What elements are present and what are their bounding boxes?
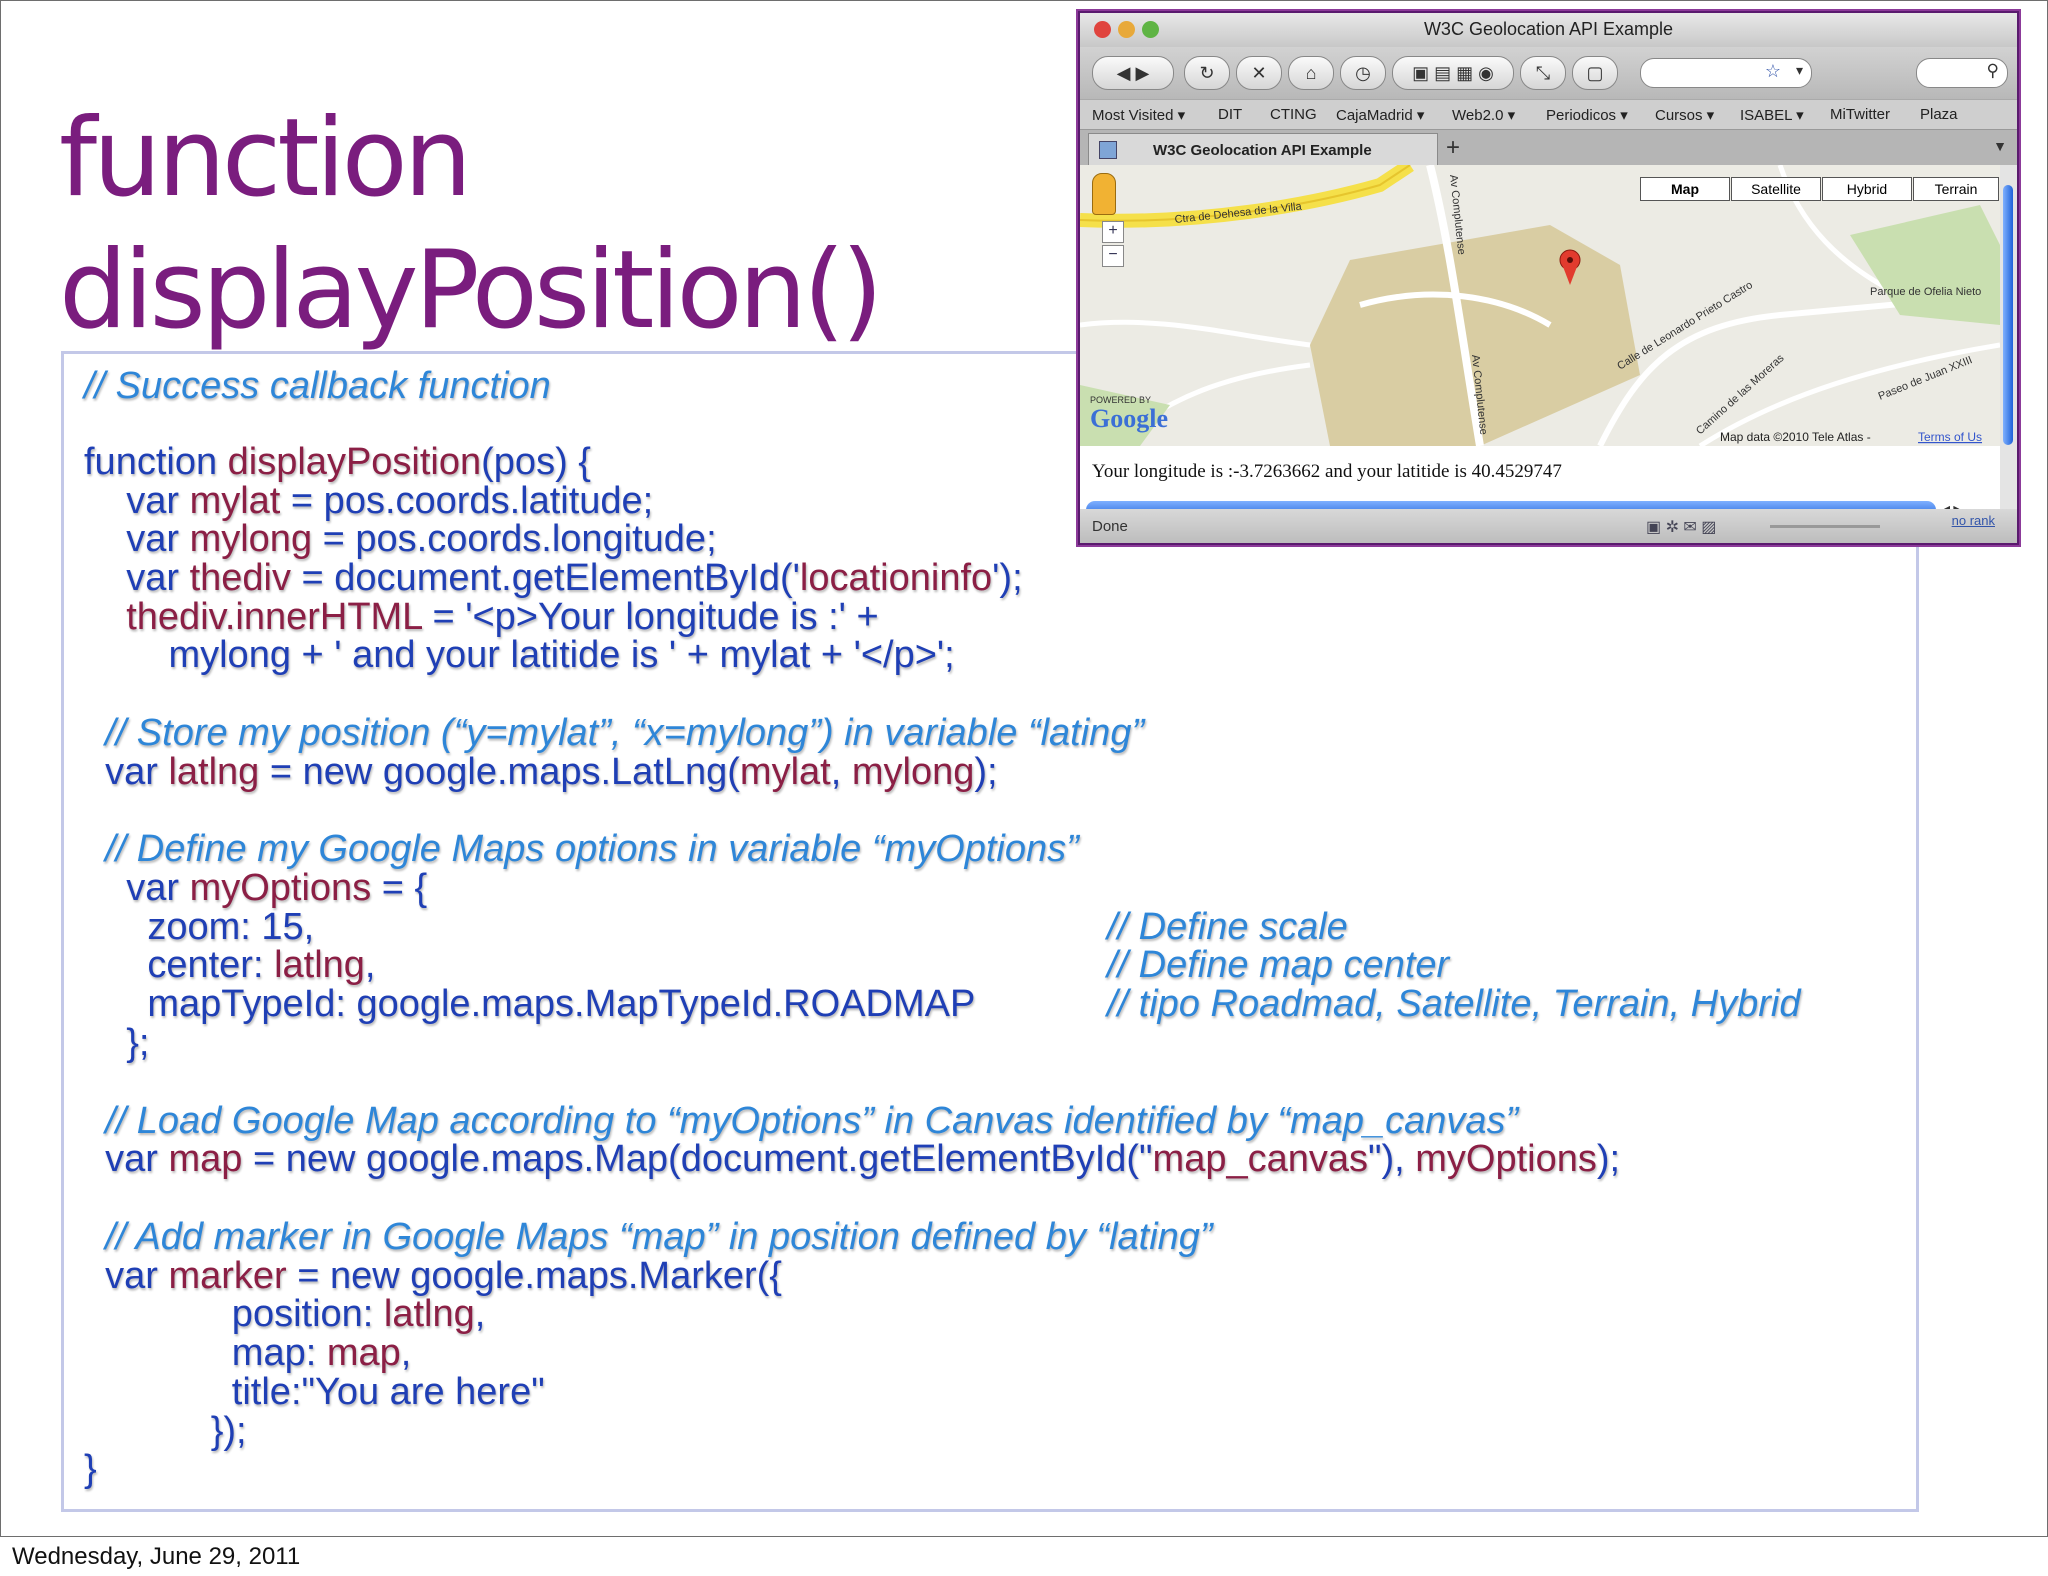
- code-line: thediv.innerHTML = '<p>Your longitude is…: [126, 596, 879, 638]
- code-comment: // Add marker in Google Maps “map” in po…: [84, 1216, 1213, 1258]
- new-tab-icon[interactable]: +: [1446, 134, 1460, 162]
- map-park-label: Parque de Ofelia Nieto: [1870, 286, 1981, 298]
- fullscreen-icon[interactable]: ⤡: [1520, 56, 1566, 90]
- location-info: Your longitude is :-3.7263662 and your l…: [1092, 461, 1562, 482]
- page-content: Ctra de Dehesa de la Villa Av Complutens…: [1080, 165, 2000, 519]
- bookmark-item[interactable]: CajaMadrid ▾: [1336, 106, 1424, 124]
- screenshot-icon[interactable]: ▢: [1572, 56, 1618, 90]
- bookmark-item[interactable]: DIT: [1218, 106, 1242, 123]
- title-line-2: displayPosition(): [59, 228, 883, 353]
- google-map[interactable]: Ctra de Dehesa de la Villa Av Complutens…: [1080, 165, 2000, 446]
- code-comment: // Success callback function: [84, 365, 551, 407]
- bookmark-item[interactable]: CTING: [1270, 106, 1317, 123]
- code-line: var mylat = pos.coords.latitude;: [84, 480, 654, 522]
- tab-geolocation[interactable]: W3C Geolocation API Example: [1088, 133, 1438, 167]
- bookmark-item[interactable]: Most Visited ▾: [1092, 106, 1185, 124]
- code-line: var mylong = pos.coords.longitude;: [84, 518, 717, 560]
- bookmarks-bar: Most Visited ▾ DIT CTING CajaMadrid ▾ We…: [1080, 99, 2017, 130]
- map-type-hybrid[interactable]: Hybrid: [1822, 177, 1912, 201]
- zoom-out-button[interactable]: −: [1102, 245, 1124, 267]
- code-line: var thediv = document.getElementById('lo…: [84, 557, 1023, 599]
- map-canvas: Ctra de Dehesa de la Villa Av Complutens…: [1080, 165, 2000, 446]
- map-type-map[interactable]: Map: [1640, 177, 1730, 201]
- road-white: [1080, 319, 1311, 348]
- map-type-terrain[interactable]: Terrain: [1913, 177, 1999, 201]
- bookmark-item[interactable]: Plaza: [1920, 106, 1958, 123]
- status-addon-icons[interactable]: ▣ ✲ ✉ ▨: [1646, 517, 1716, 537]
- window-title: W3C Geolocation API Example: [1423, 19, 1674, 39]
- title-line-1: function: [59, 96, 472, 221]
- vertical-scrollbar[interactable]: [2000, 165, 2017, 509]
- code-line: mapTypeId: google.maps.MapTypeId.ROADMAP: [84, 983, 976, 1025]
- code-line: mylong + ' and your latitide is ' + myla…: [84, 634, 955, 676]
- code-comment: // Load Google Map according to “myOptio…: [84, 1100, 1519, 1142]
- code-line: var myOptions = {: [84, 867, 428, 909]
- bookmark-item[interactable]: Periodicos ▾: [1546, 106, 1628, 124]
- browser-toolbar: ◀ ▶ ↻ ✕ ⌂ ◷ ▣ ▤ ▦ ◉ ⤡ ▢ ☆ ▾ ⚲: [1080, 47, 2017, 99]
- tab-bar: W3C Geolocation API Example + ▼: [1080, 129, 2017, 167]
- code-comment: // tipo Roadmad, Satellite, Terrain, Hyb…: [1107, 983, 1801, 1025]
- home-icon[interactable]: ⌂: [1288, 56, 1334, 90]
- bookmark-item[interactable]: Cursos ▾: [1655, 106, 1714, 124]
- code-line: position: latlng,: [84, 1293, 486, 1335]
- code-comment: // Store my position (“y=mylat”, “x=mylo…: [84, 712, 1145, 754]
- code-line: });: [84, 1410, 247, 1452]
- code-line: var marker = new google.maps.Marker({: [84, 1255, 783, 1297]
- browser-titlebar: W3C Geolocation API Example: [1080, 13, 2017, 47]
- code-line: }: [84, 1448, 97, 1490]
- history-icon[interactable]: ◷: [1340, 56, 1386, 90]
- map-road-label: Ctra de Dehesa de la Villa: [1174, 201, 1303, 226]
- code-line: zoom: 15,: [84, 906, 315, 948]
- code-comment: // Define map center: [1107, 944, 1450, 986]
- zoom-in-button[interactable]: +: [1102, 221, 1124, 243]
- bookmark-item[interactable]: MiTwitter: [1830, 106, 1890, 123]
- code-line: var latlng = new google.maps.LatLng(myla…: [84, 751, 998, 793]
- bookmark-star-icon[interactable]: ☆: [1765, 61, 1781, 82]
- code-line: function displayPosition(pos) {: [84, 441, 591, 483]
- code-line: map: map,: [84, 1332, 412, 1374]
- marker-dot: [1567, 257, 1573, 263]
- terms-link[interactable]: Terms of Us: [1918, 430, 1982, 444]
- map-type-satellite[interactable]: Satellite: [1731, 177, 1821, 201]
- code-line: var map = new google.maps.Map(document.g…: [84, 1138, 1621, 1180]
- browser-window: W3C Geolocation API Example ◀ ▶ ↻ ✕ ⌂ ◷ …: [1078, 11, 2019, 545]
- slide: function displayPosition() // Success ca…: [0, 0, 2048, 1537]
- pegman-icon[interactable]: [1092, 173, 1116, 215]
- bookmark-item[interactable]: Web2.0 ▾: [1452, 106, 1515, 124]
- back-forward-buttons[interactable]: ◀ ▶: [1092, 56, 1174, 90]
- tab-title: W3C Geolocation API Example: [1153, 142, 1372, 159]
- map-data-label: Map data ©2010 Tele Atlas -: [1720, 430, 1871, 444]
- rank-link[interactable]: no rank: [1952, 513, 1995, 528]
- favicon-icon: [1099, 141, 1117, 159]
- stop-icon[interactable]: ✕: [1236, 56, 1282, 90]
- dropdown-arrow-icon[interactable]: ▾: [1796, 62, 1803, 79]
- search-icon[interactable]: ⚲: [1987, 61, 1999, 81]
- code-line: center: latlng,: [84, 944, 376, 986]
- vertical-scroll-thumb[interactable]: [2003, 185, 2013, 445]
- footer-date: Wednesday, June 29, 2011: [12, 1543, 301, 1570]
- code-line: };: [84, 1022, 150, 1064]
- status-text: Done: [1092, 518, 1128, 535]
- bookmark-item[interactable]: ISABEL ▾: [1740, 106, 1804, 124]
- status-slider[interactable]: [1770, 525, 1880, 528]
- google-logo: Google: [1090, 404, 1168, 433]
- code-line: title:"You are here": [84, 1371, 545, 1413]
- url-bar[interactable]: ☆ ▾: [1640, 58, 1812, 88]
- tab-list-icon[interactable]: ▼: [1993, 138, 2007, 154]
- reload-icon[interactable]: ↻: [1184, 56, 1230, 90]
- code-comment: // Define my Google Maps options in vari…: [84, 828, 1079, 870]
- addon-icons[interactable]: ▣ ▤ ▦ ◉: [1392, 56, 1514, 90]
- status-bar: Done ▣ ✲ ✉ ▨ no rank: [1080, 509, 2017, 543]
- code-comment: // Define scale: [1107, 906, 1348, 948]
- search-input[interactable]: ⚲: [1916, 58, 2008, 88]
- slide-title: function displayPosition(): [59, 93, 883, 357]
